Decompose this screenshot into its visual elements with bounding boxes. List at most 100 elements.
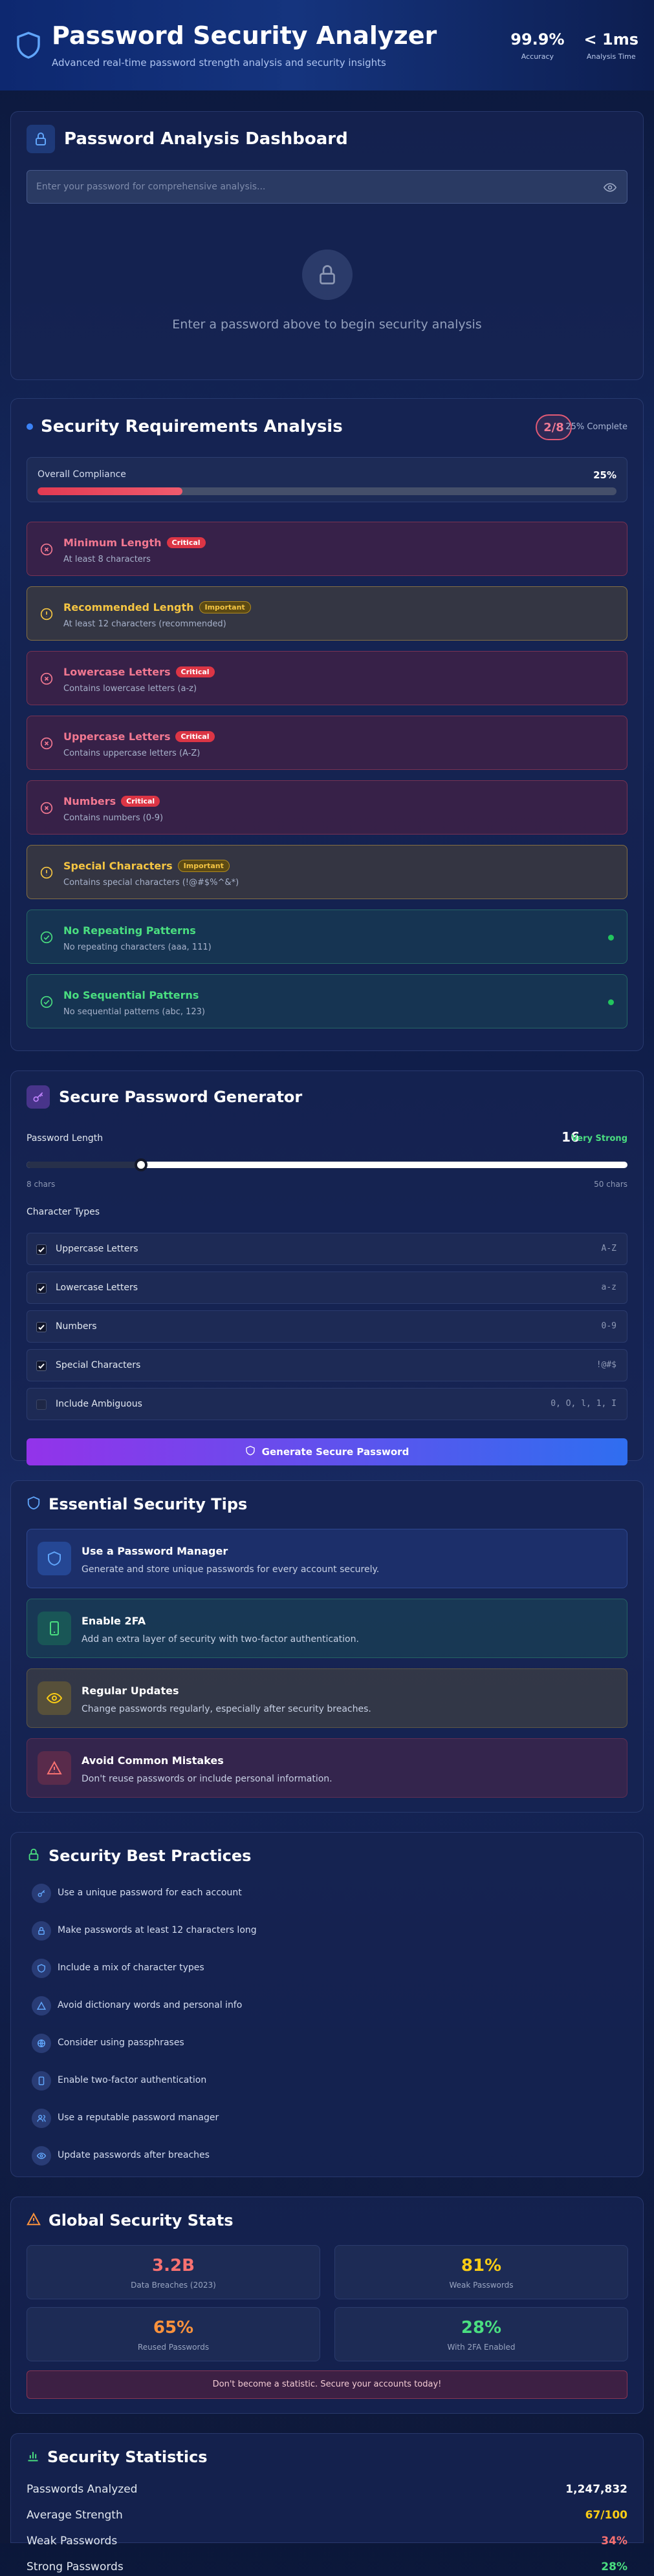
pass-dot-icon <box>608 935 614 941</box>
global-stat-tile: 28% With 2FA Enabled <box>334 2307 628 2361</box>
tip-desc: Generate and store unique passwords for … <box>82 1564 380 1575</box>
stat-row-value: 67/100 <box>585 2509 627 2522</box>
checkbox[interactable] <box>36 1400 47 1410</box>
users-icon <box>32 2109 51 2128</box>
analysis-dashboard-card: Password Analysis Dashboard Enter a pass… <box>10 111 644 380</box>
header-stat: < 1ms Analysis Time <box>584 30 638 61</box>
global-stat-label: Data Breaches (2023) <box>131 2281 216 2290</box>
stat-row-value: 28% <box>601 2560 627 2573</box>
tip-name: Regular Updates <box>82 1685 179 1697</box>
shield-icon <box>27 1495 41 1513</box>
requirements-complete-label: 25% Complete <box>565 422 627 432</box>
compliance-percent: 25% <box>593 469 616 481</box>
smartphone-icon <box>38 1612 71 1645</box>
requirement-desc: Contains special characters (!@#$%^&*) <box>63 878 239 888</box>
requirement-name-text: Uppercase Letters <box>63 730 171 743</box>
requirement-name: Minimum Length Critical <box>63 537 206 549</box>
status-dot-icon <box>27 423 33 430</box>
warning-circle-icon <box>40 608 53 623</box>
char-type-sample: a-z <box>601 1283 616 1292</box>
shield-icon <box>245 1445 256 1458</box>
length-slider[interactable] <box>27 1158 627 1171</box>
requirement-name-text: Numbers <box>63 795 116 807</box>
stat-row-label: Average Strength <box>27 2509 123 2522</box>
best-practice-text: Use a unique password for each account <box>58 1888 242 1898</box>
warning-icon <box>32 1996 51 2016</box>
global-stat-label: With 2FA Enabled <box>447 2343 516 2352</box>
tip-item: Use a Password Manager Generate and stor… <box>27 1529 627 1588</box>
requirement-item: Special Characters Important Contains spe… <box>27 845 627 899</box>
statistics-title: Security Statistics <box>47 2448 208 2466</box>
tip-item: Avoid Common Mistakes Don't reuse passwo… <box>27 1738 627 1798</box>
checkbox[interactable] <box>36 1322 47 1332</box>
requirement-name: No Repeating Patterns <box>63 924 196 937</box>
lock-icon <box>32 1921 51 1941</box>
header-stat-value: < 1ms <box>583 30 638 48</box>
smartphone-icon <box>32 2071 51 2091</box>
eye-icon <box>32 2146 51 2166</box>
critical-tag: Critical <box>121 796 160 807</box>
char-type-option[interactable]: Include Ambiguous 0, O, l, 1, I <box>27 1388 627 1420</box>
slider-track-fill <box>27 1162 141 1168</box>
length-label: Password Length <box>27 1133 104 1144</box>
char-type-option[interactable]: Special Characters !@#$ <box>27 1349 627 1381</box>
password-input[interactable] <box>27 171 627 203</box>
security-statistics-card: Security Statistics Passwords Analyzed 1… <box>10 2433 644 2573</box>
bar-chart-icon <box>27 2449 39 2465</box>
statistics-header: Security Statistics <box>27 2448 208 2466</box>
check-circle-icon <box>40 995 53 1011</box>
generate-password-button[interactable]: Generate Secure Password <box>27 1438 627 1465</box>
best-practice-item: Consider using passphrases <box>27 2030 627 2056</box>
x-circle-icon <box>40 672 53 688</box>
eye-icon <box>38 1681 71 1715</box>
requirement-name: Numbers Critical <box>63 795 160 807</box>
checkbox[interactable] <box>36 1283 47 1293</box>
show-password-eye-icon[interactable] <box>603 181 617 197</box>
char-type-option[interactable]: Lowercase Letters a-z <box>27 1272 627 1304</box>
password-generator-card: Secure Password Generator Password Lengt… <box>10 1070 644 1465</box>
requirement-name-text: Lowercase Letters <box>63 666 171 678</box>
checkbox[interactable] <box>36 1361 47 1371</box>
x-circle-icon <box>40 543 53 559</box>
best-practice-item: Enable two-factor authentication <box>27 2068 627 2094</box>
tip-desc: Don't reuse passwords or include persona… <box>82 1774 332 1784</box>
best-practice-text: Include a mix of character types <box>58 1963 204 1973</box>
statistic-warning: Don't become a statistic. Secure your ac… <box>27 2370 627 2399</box>
requirement-item: Lowercase Letters Critical Contains lower… <box>27 651 627 705</box>
slider-handle[interactable] <box>134 1158 147 1171</box>
checkbox[interactable] <box>36 1244 47 1255</box>
char-type-sample: A-Z <box>601 1244 616 1253</box>
char-type-option[interactable]: Numbers 0-9 <box>27 1310 627 1343</box>
best-practice-item: Avoid dictionary words and personal info <box>27 1993 627 2019</box>
stat-row-label: Strong Passwords <box>27 2560 124 2573</box>
char-type-name: Lowercase Letters <box>56 1283 138 1293</box>
best-practice-item: Update passwords after breaches <box>27 2143 627 2169</box>
best-practices-title: Security Best Practices <box>49 1847 252 1865</box>
requirement-name: Lowercase Letters Critical <box>63 666 215 678</box>
tip-desc: Add an extra layer of security with two-… <box>82 1634 359 1645</box>
requirement-desc: At least 8 characters <box>63 555 151 564</box>
tip-name: Enable 2FA <box>82 1615 146 1627</box>
app-header: Password Security Analyzer Advanced real… <box>0 0 654 90</box>
x-circle-icon <box>40 737 53 752</box>
global-stats-title: Global Security Stats <box>49 2211 234 2230</box>
lock-icon <box>27 1847 41 1865</box>
compliance-panel: Overall Compliance 25% <box>27 457 627 502</box>
requirement-desc: At least 12 characters (recommended) <box>63 619 226 629</box>
header-stat-label: Analysis Time <box>586 52 636 61</box>
empty-state-lock-icon <box>302 250 353 300</box>
warning-icon <box>38 1751 71 1785</box>
tips-title: Essential Security Tips <box>49 1495 248 1513</box>
tips-header: Essential Security Tips <box>27 1495 247 1513</box>
char-type-option[interactable]: Uppercase Letters A-Z <box>27 1233 627 1265</box>
warning-circle-icon <box>40 866 53 882</box>
header-brand: Password Security Analyzer Advanced real… <box>16 21 437 69</box>
requirement-name: Special Characters Important <box>63 860 230 872</box>
critical-tag: Critical <box>166 537 206 548</box>
important-tag: Important <box>199 601 251 613</box>
generator-header: Secure Password Generator <box>27 1085 302 1109</box>
char-type-name: Numbers <box>56 1321 97 1332</box>
app-subtitle: Advanced real-time password strength ana… <box>52 56 386 69</box>
key-icon <box>27 1085 50 1109</box>
requirement-desc: No sequential patterns (abc, 123) <box>63 1007 205 1017</box>
